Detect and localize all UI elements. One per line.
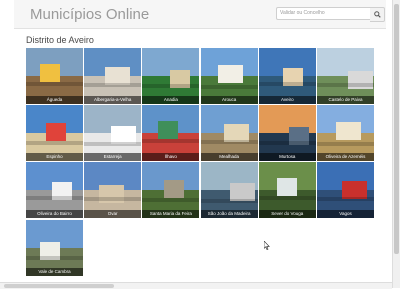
municipality-name: Arouca — [200, 96, 258, 104]
municipality-name: Albergaria-a-Velha — [84, 96, 142, 104]
municipality-name: Mealhada — [200, 153, 258, 162]
municipality-name: Santa Maria da Feira — [142, 210, 200, 219]
site-title[interactable]: Municípios Online — [30, 6, 149, 23]
municipality-tile-anadia[interactable]: Anadia — [142, 48, 200, 104]
search-icon — [373, 11, 381, 18]
municipality-name: Murtosa — [258, 153, 316, 162]
header-bar: Municípios Online — [14, 0, 386, 29]
municipality-tile-vagos[interactable]: Vagos — [317, 162, 374, 219]
municipality-tile-oliveira-do-bairro[interactable]: Oliveira do Bairro — [26, 162, 83, 219]
municipality-tile-murtosa[interactable]: Murtosa — [258, 105, 316, 162]
municipality-tile-sao-joao-da-madeira[interactable]: São João da Madeira — [200, 162, 258, 219]
municipality-tile-ovar[interactable]: Ovar — [84, 162, 142, 219]
municipality-tile-mealhada[interactable]: Mealhada — [200, 105, 258, 162]
municipality-grid: Águeda Albergaria-a-Velha Anadia Arouca Avei… — [26, 48, 374, 282]
municipality-tile-vale-de-cambra[interactable]: Vale de Cambra — [26, 219, 83, 276]
municipality-name: Oliveira do Bairro — [26, 210, 83, 219]
municipality-tile-santa-maria-da-feira[interactable]: Santa Maria da Feira — [142, 162, 200, 219]
municipality-name: Ílhavo — [142, 153, 200, 162]
municipality-name: Vagos — [317, 210, 374, 219]
municipality-name: Castelo de Paiva — [317, 96, 374, 104]
municipality-tile-espinho[interactable]: Espinho — [26, 105, 83, 162]
municipality-name: Águeda — [26, 96, 83, 104]
municipality-name: Espinho — [26, 153, 83, 162]
municipality-name: Oliveira de Azeméis — [317, 153, 374, 162]
municipality-tile-ilhavo[interactable]: Ílhavo — [142, 105, 200, 162]
municipality-tile-estarreja[interactable]: Estarreja — [84, 105, 142, 162]
municipality-name: Anadia — [142, 96, 200, 104]
horizontal-scroll-thumb[interactable] — [4, 284, 114, 288]
municipality-name: Ovar — [84, 210, 142, 219]
municipality-tile-albergaria-a-velha[interactable]: Albergaria-a-Velha — [84, 48, 142, 104]
district-title: Distrito de Aveiro — [26, 35, 94, 45]
municipality-tile-arouca[interactable]: Arouca — [200, 48, 258, 104]
municipality-tile-aveiro[interactable]: Aveiro — [258, 48, 316, 104]
municipality-name: Estarreja — [84, 153, 142, 162]
municipality-tile-castelo-de-paiva[interactable]: Castelo de Paiva — [317, 48, 374, 104]
municipality-name: São João da Madeira — [200, 210, 258, 219]
municipality-name: Vale de Cambra — [26, 267, 83, 276]
vertical-scroll-thumb[interactable] — [394, 4, 399, 254]
municipality-tile-agueda[interactable]: Águeda — [26, 48, 83, 104]
mouse-cursor-icon — [264, 241, 270, 250]
vertical-scrollbar[interactable] — [392, 0, 400, 288]
municipality-name: Aveiro — [258, 96, 316, 104]
search-input[interactable] — [276, 7, 372, 20]
municipality-tile-sever-do-vouga[interactable]: Sever do Vouga — [258, 162, 316, 219]
municipality-tile-oliveira-de-azemeis[interactable]: Oliveira de Azeméis — [317, 105, 374, 162]
search-button[interactable] — [370, 7, 385, 22]
municipality-name: Sever do Vouga — [258, 210, 316, 219]
